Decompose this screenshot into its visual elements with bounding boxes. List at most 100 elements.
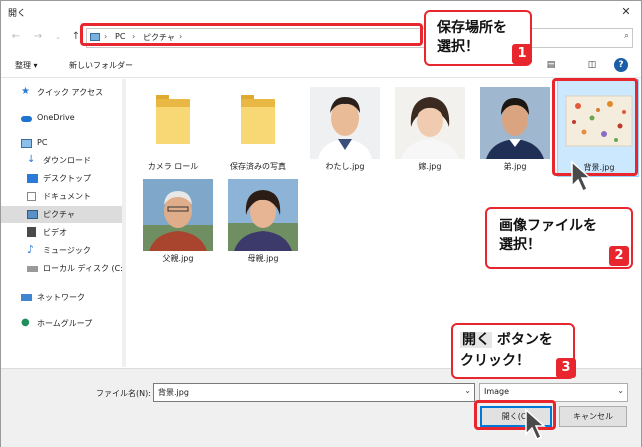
callout-key: 開く xyxy=(460,332,492,348)
photo-thumbnail xyxy=(395,87,465,159)
mouse-cursor-icon xyxy=(571,160,592,193)
folder-icon xyxy=(138,87,208,159)
close-icon[interactable]: ✕ xyxy=(617,3,635,21)
step-badge-3: 3 xyxy=(556,358,576,378)
step-badge-2: 2 xyxy=(609,246,629,266)
search-icon[interactable]: ⌕ xyxy=(624,31,629,41)
view-options-icon[interactable]: ▤ xyxy=(544,58,558,72)
sidebar-item-label: クイック アクセス xyxy=(37,88,104,97)
sidebar-item-pc[interactable]: PC xyxy=(1,135,123,152)
sidebar-item-label: ダウンロード xyxy=(43,156,91,165)
sidebar-item-label: ピクチャ xyxy=(43,210,75,219)
sidebar-item-documents[interactable]: ドキュメント xyxy=(1,188,123,205)
sidebar-item-label: ホームグループ xyxy=(37,319,93,328)
breadcrumb-separator: › xyxy=(179,32,183,41)
callout-text-line2: クリック！ xyxy=(460,353,530,369)
callout-text: 開く ボタンを xyxy=(460,331,553,350)
command-toolbar: 整理 ▾ 新しいフォルダー ▤ ◫ ? xyxy=(1,55,641,78)
file-item-watashi[interactable]: わたし.jpg xyxy=(304,83,386,177)
pc-icon xyxy=(90,33,100,41)
file-item-chichioya[interactable]: 父親.jpg xyxy=(137,175,219,269)
sidebar-item-label: ローカル ディスク (C:) xyxy=(43,264,127,273)
sidebar-item-quick-access[interactable]: ★ クイック アクセス xyxy=(1,84,123,101)
sidebar-item-pictures[interactable]: ピクチャ xyxy=(1,206,123,223)
sidebar-item-network[interactable]: ネットワーク xyxy=(1,289,123,306)
disk-icon xyxy=(27,266,38,272)
network-icon xyxy=(21,294,32,301)
chevron-down-icon[interactable]: ⌄ xyxy=(464,386,471,395)
forward-arrow-icon[interactable]: → xyxy=(31,30,45,44)
file-item-hahaoya[interactable]: 母親.jpg xyxy=(222,175,304,269)
callout-text: 画像ファイルを 選択！ xyxy=(499,218,597,253)
recent-chevron-icon[interactable]: ⌄ xyxy=(51,30,65,44)
file-item-label: 父親.jpg xyxy=(162,254,194,263)
navigation-scrollbar[interactable] xyxy=(122,79,126,367)
download-icon: ↓ xyxy=(27,154,36,165)
cancel-button[interactable]: キャンセル xyxy=(559,406,627,427)
help-icon[interactable]: ? xyxy=(614,58,628,72)
sidebar-item-label: デスクトップ xyxy=(43,174,91,183)
cloud-icon xyxy=(21,116,32,122)
new-folder-button[interactable]: 新しいフォルダー xyxy=(69,60,133,71)
title-bar: 開く ✕ xyxy=(1,1,641,23)
sidebar-item-videos[interactable]: ビデオ xyxy=(1,224,123,241)
photo-thumbnail xyxy=(564,88,634,160)
callout-text: 保存場所を 選択！ xyxy=(437,20,507,55)
file-item-label: 保存済みの写真 xyxy=(230,162,286,171)
sidebar-item-label: OneDrive xyxy=(37,113,75,122)
sidebar-item-label: ミュージック xyxy=(43,246,91,255)
sidebar-item-label: ビデオ xyxy=(43,228,67,237)
homegroup-icon: ● xyxy=(21,317,30,328)
sidebar-item-music[interactable]: ♪ ミュージック xyxy=(1,242,123,259)
mouse-cursor-icon xyxy=(525,408,546,441)
pictures-icon xyxy=(27,210,38,219)
photo-thumbnail xyxy=(310,87,380,159)
sidebar-item-label: ドキュメント xyxy=(43,192,91,201)
desktop-icon xyxy=(27,174,38,183)
sidebar-item-local-disk[interactable]: ローカル ディスク (C:) xyxy=(1,260,127,277)
sidebar-item-label: PC xyxy=(37,138,48,147)
music-icon: ♪ xyxy=(27,243,35,256)
breadcrumb-pc[interactable]: PC xyxy=(115,32,125,41)
photo-thumbnail xyxy=(480,87,550,159)
video-icon xyxy=(27,227,36,237)
breadcrumb-separator: › xyxy=(104,32,108,41)
file-item-label: 嫁.jpg xyxy=(418,162,442,171)
photo-thumbnail xyxy=(143,179,213,251)
file-item-label: 母親.jpg xyxy=(247,254,279,263)
filetype-value: Image xyxy=(484,387,510,396)
filename-value: 背景.jpg xyxy=(158,388,189,397)
back-arrow-icon[interactable]: ← xyxy=(9,30,23,44)
star-icon: ★ xyxy=(21,86,30,97)
navigation-bar: ← → ⌄ ↑ › PC › ピクチャ › ⌕ xyxy=(1,25,641,51)
file-item-otouto[interactable]: 弟.jpg xyxy=(474,83,556,177)
pc-icon xyxy=(21,139,32,148)
photo-thumbnail xyxy=(228,179,298,251)
file-item-saved-pictures[interactable]: 保存済みの写真 xyxy=(217,83,299,177)
folder-icon xyxy=(223,87,293,159)
filetype-select[interactable]: Image ⌄ xyxy=(479,383,628,402)
filename-label: ファイル名(N): xyxy=(96,389,151,398)
chevron-down-icon: ⌄ xyxy=(617,386,624,395)
sidebar-item-desktop[interactable]: デスクトップ xyxy=(1,170,123,187)
sidebar-item-label: ネットワーク xyxy=(37,293,85,302)
file-item-camera-roll[interactable]: カメラ ロール xyxy=(132,83,214,177)
organize-button[interactable]: 整理 ▾ xyxy=(15,60,38,71)
navigation-pane: ★ クイック アクセス OneDrive PC ↓ ダウンロード デスクトップ … xyxy=(1,79,127,367)
file-item-label: カメラ ロール xyxy=(147,162,199,171)
up-arrow-icon[interactable]: ↑ xyxy=(69,30,83,44)
window-title: 開く xyxy=(8,9,27,19)
file-item-label: わたし.jpg xyxy=(325,162,365,171)
file-item-label: 弟.jpg xyxy=(503,162,527,171)
filename-input[interactable]: 背景.jpg ⌄ xyxy=(153,383,475,402)
address-bar[interactable]: › PC › ピクチャ › ⌕ xyxy=(86,28,633,48)
callout-text-rest: ボタンを xyxy=(492,332,553,348)
sidebar-item-onedrive[interactable]: OneDrive xyxy=(1,110,123,127)
sidebar-item-homegroup[interactable]: ● ホームグループ xyxy=(1,315,123,332)
preview-pane-icon[interactable]: ◫ xyxy=(585,58,599,72)
file-item-yome[interactable]: 嫁.jpg xyxy=(389,83,471,177)
sidebar-item-downloads[interactable]: ↓ ダウンロード xyxy=(1,152,123,169)
breadcrumb-separator: › xyxy=(132,32,136,41)
step-badge-1: 1 xyxy=(512,44,532,64)
breadcrumb-pictures[interactable]: ピクチャ xyxy=(143,32,175,43)
